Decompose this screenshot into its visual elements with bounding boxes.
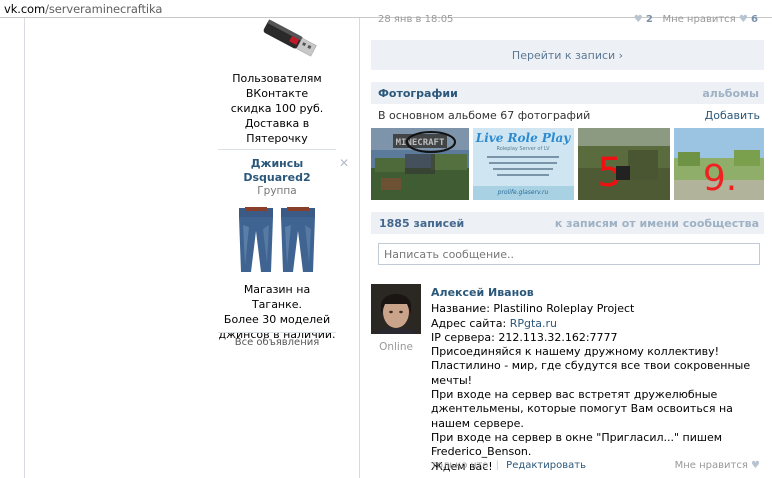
wall-post: Алексей Иванов Название: Plastilino Role… (431, 286, 766, 474)
photos-title[interactable]: Фотографии (378, 87, 458, 100)
post-date[interactable]: 28 янв в 18:05 (378, 14, 453, 25)
posts-count[interactable]: 1885 записей (379, 217, 464, 230)
avatar[interactable] (371, 284, 421, 334)
albums-link[interactable]: альбомы (702, 87, 759, 100)
ad-subtitle: Группа (257, 185, 297, 197)
post-line: При входе на сервер в окне "Пригласил...… (431, 430, 723, 459)
post-line: При входе на сервер вас встретят дружелю… (431, 388, 733, 430)
url-text[interactable]: vk.com/serveraminecraftika (4, 2, 162, 16)
ad-text[interactable]: Пользователям ВКонтакте скидка 100 руб. … (218, 71, 336, 146)
ad-text[interactable]: Магазин на Таганке. Более 30 моделей джи… (218, 282, 336, 342)
svg-text:MINECRAFT: MINECRAFT (396, 138, 445, 148)
post-line: IP сервера: 212.113.32.162:7777 (431, 330, 618, 344)
svg-text:9.: 9. (703, 158, 737, 199)
new-post-input[interactable] (378, 243, 760, 265)
photo-thumbnail[interactable]: 5 (578, 128, 670, 200)
footer-separator: | (495, 460, 499, 471)
site-link[interactable]: RPgta.ru (510, 317, 557, 330)
post-footer: только что | Редактировать Мне нравится … (431, 460, 766, 471)
post-author-link[interactable]: Алексей Иванов (431, 286, 766, 300)
photos-header: Фотографии альбомы (371, 82, 764, 104)
all-ads-link[interactable]: Все объявления (218, 337, 336, 348)
like-button[interactable]: Мне нравится ♥ (675, 460, 760, 471)
post-line: Присоединяйся к нашему дружному коллекти… (431, 345, 751, 387)
heart-icon: ♥ (738, 14, 748, 25)
post-line: Название: Plastilino Roleplay Project (431, 302, 635, 316)
heart-icon: ♥ (633, 14, 643, 25)
wall-header: 1885 записей к записям от имени сообщест… (371, 212, 764, 234)
svg-text:Roleplay Server of LV: Roleplay Server of LV (496, 146, 550, 152)
goto-post-link[interactable]: Перейти к записи › (371, 44, 764, 68)
community-posts-link[interactable]: к записям от имени сообщества (555, 217, 759, 230)
post-time-link[interactable]: только что (431, 460, 488, 471)
edit-post-link[interactable]: Редактировать (506, 460, 586, 471)
online-status: Online (379, 341, 413, 353)
photo-thumbnail[interactable]: MINECRAFT (371, 128, 469, 200)
photo-thumbnail[interactable]: Live Role Play Roleplay Server of LV pro… (473, 128, 574, 200)
add-photo-link[interactable]: Добавить (705, 109, 760, 122)
like-counter[interactable]: ♥ 2 Мне нравится ♥ 6 (634, 14, 758, 25)
svg-text:prolife.glaserv.ru: prolife.glaserv.ru (497, 189, 549, 196)
photo-thumbnail[interactable]: 9. (674, 128, 764, 200)
jeans-image[interactable] (235, 205, 321, 275)
close-icon[interactable]: ✕ (339, 156, 349, 170)
ad-divider (218, 332, 336, 333)
svg-text:Live Role Play: Live Role Play (475, 131, 571, 145)
photos-info: В основном альбоме 67 фотографий (378, 109, 591, 122)
ad-title-link[interactable]: Джинсы Dsquared2 (218, 157, 336, 185)
left-edge-line (24, 18, 25, 478)
post-line: Адрес сайта: RPgta.ru (431, 316, 558, 330)
ad-divider (218, 149, 336, 150)
previous-post-meta: 28 янв в 18:05 ♥ 2 Мне нравится ♥ 6 (378, 14, 772, 28)
usb-flash-drive-image[interactable] (256, 18, 326, 62)
heart-icon: ♥ (751, 460, 760, 471)
